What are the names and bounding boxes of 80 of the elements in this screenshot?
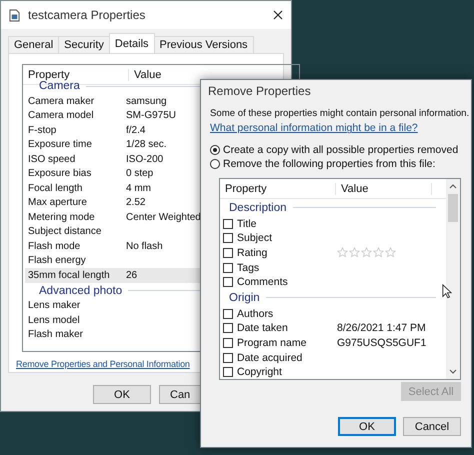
star-icon [349, 247, 360, 258]
property-value: No flash [126, 240, 163, 252]
property-value: Center Weighted [126, 212, 201, 223]
column-header[interactable]: Value [336, 182, 432, 195]
group-header: Advanced photo [39, 284, 122, 296]
mouse-cursor-icon [442, 284, 452, 299]
star-icon [361, 247, 372, 258]
file-icon [9, 8, 20, 22]
checkbox[interactable] [223, 338, 233, 348]
checkbox[interactable] [223, 262, 233, 273]
checkbox[interactable] [223, 233, 233, 244]
personal-info-link[interactable]: What personal information might be in a file? [210, 122, 418, 134]
scroll-thumb[interactable] [448, 194, 458, 222]
property-value: 26 [126, 270, 138, 281]
checkbox[interactable] [223, 248, 233, 258]
tab[interactable]: Details [108, 33, 155, 53]
tab[interactable]: General [8, 36, 60, 53]
scroll-down-icon[interactable] [449, 369, 457, 374]
property-value: G975USQS5GUF1 [337, 336, 426, 349]
property-name: Metering mode [27, 212, 96, 223]
property-name: Flash mode [27, 240, 82, 252]
checkbox[interactable] [223, 352, 233, 363]
property-value: f/2.4 [126, 124, 146, 136]
property-name: Flash energy [27, 255, 87, 266]
group-header: Origin [229, 292, 260, 304]
checkbox[interactable] [223, 277, 233, 288]
property-value: 4 mm [126, 182, 151, 194]
dialog-button[interactable]: Cancel [403, 417, 461, 436]
property-name: Camera model [27, 110, 95, 122]
property-value: SM-G975U [126, 110, 176, 122]
checkbox[interactable] [223, 218, 233, 229]
property-name: ISO speed [27, 154, 76, 165]
property-name: Camera maker [27, 96, 96, 107]
column-header[interactable]: Property [220, 182, 336, 195]
property-value: samsung [126, 96, 167, 107]
property-value: 1/28 sec. [126, 139, 167, 150]
property-name: Exposure bias [27, 168, 92, 180]
star-icon [337, 247, 348, 258]
property-value: 2.52 [126, 197, 146, 208]
property-name: Subject [237, 232, 274, 244]
checkbox[interactable] [223, 323, 233, 334]
dialog-title: Remove Properties [208, 84, 312, 98]
ok-button[interactable]: OK [93, 385, 151, 404]
property-name: Focal length [27, 182, 84, 194]
property-name: Program name [237, 336, 308, 349]
close-icon[interactable] [273, 10, 283, 20]
property-value: 8/26/2021 1:47 PM [337, 322, 426, 334]
column-header[interactable]: Value [129, 68, 162, 80]
group-header: Camera [39, 80, 80, 92]
scroll-up-icon[interactable] [449, 184, 457, 190]
property-name: Date acquired [237, 352, 304, 364]
property-name: Date taken [237, 322, 289, 334]
radio-button[interactable] [210, 145, 220, 156]
property-name: F-stop [27, 124, 58, 136]
property-name: Max aperture [27, 197, 88, 208]
property-name: Copyright [237, 366, 283, 378]
property-name: Exposure time [27, 139, 93, 150]
property-value: ISO-200 [126, 154, 164, 165]
star-icon [373, 247, 384, 258]
scrollbar[interactable] [446, 179, 460, 380]
column-header[interactable]: Property [23, 68, 129, 80]
property-name: 35mm focal length [27, 270, 111, 281]
radio-button[interactable] [210, 159, 220, 170]
group-header: Description [229, 202, 287, 214]
dialog-button[interactable]: OK [338, 417, 396, 436]
option-label[interactable]: Create a copy with all possible properties removed [223, 144, 458, 156]
property-value: 0 step [126, 168, 154, 180]
property-name: Title [237, 218, 258, 230]
property-name: Rating [237, 246, 268, 259]
checkbox[interactable] [223, 367, 233, 378]
tab[interactable]: Security [58, 36, 110, 53]
window-title: testcamera Properties [28, 8, 146, 22]
remove-properties-link[interactable]: Remove Properties and Personal Information [16, 359, 190, 369]
tab[interactable]: Previous Versions [154, 36, 254, 53]
property-name: Lens maker [27, 300, 82, 312]
property-name: Authors [237, 308, 274, 320]
checkbox[interactable] [223, 308, 233, 319]
star-icon [385, 247, 396, 258]
intro-text: Some of these properties might contain personal information. [210, 108, 470, 120]
option-label[interactable]: Remove the following properties from this file: [223, 158, 436, 170]
